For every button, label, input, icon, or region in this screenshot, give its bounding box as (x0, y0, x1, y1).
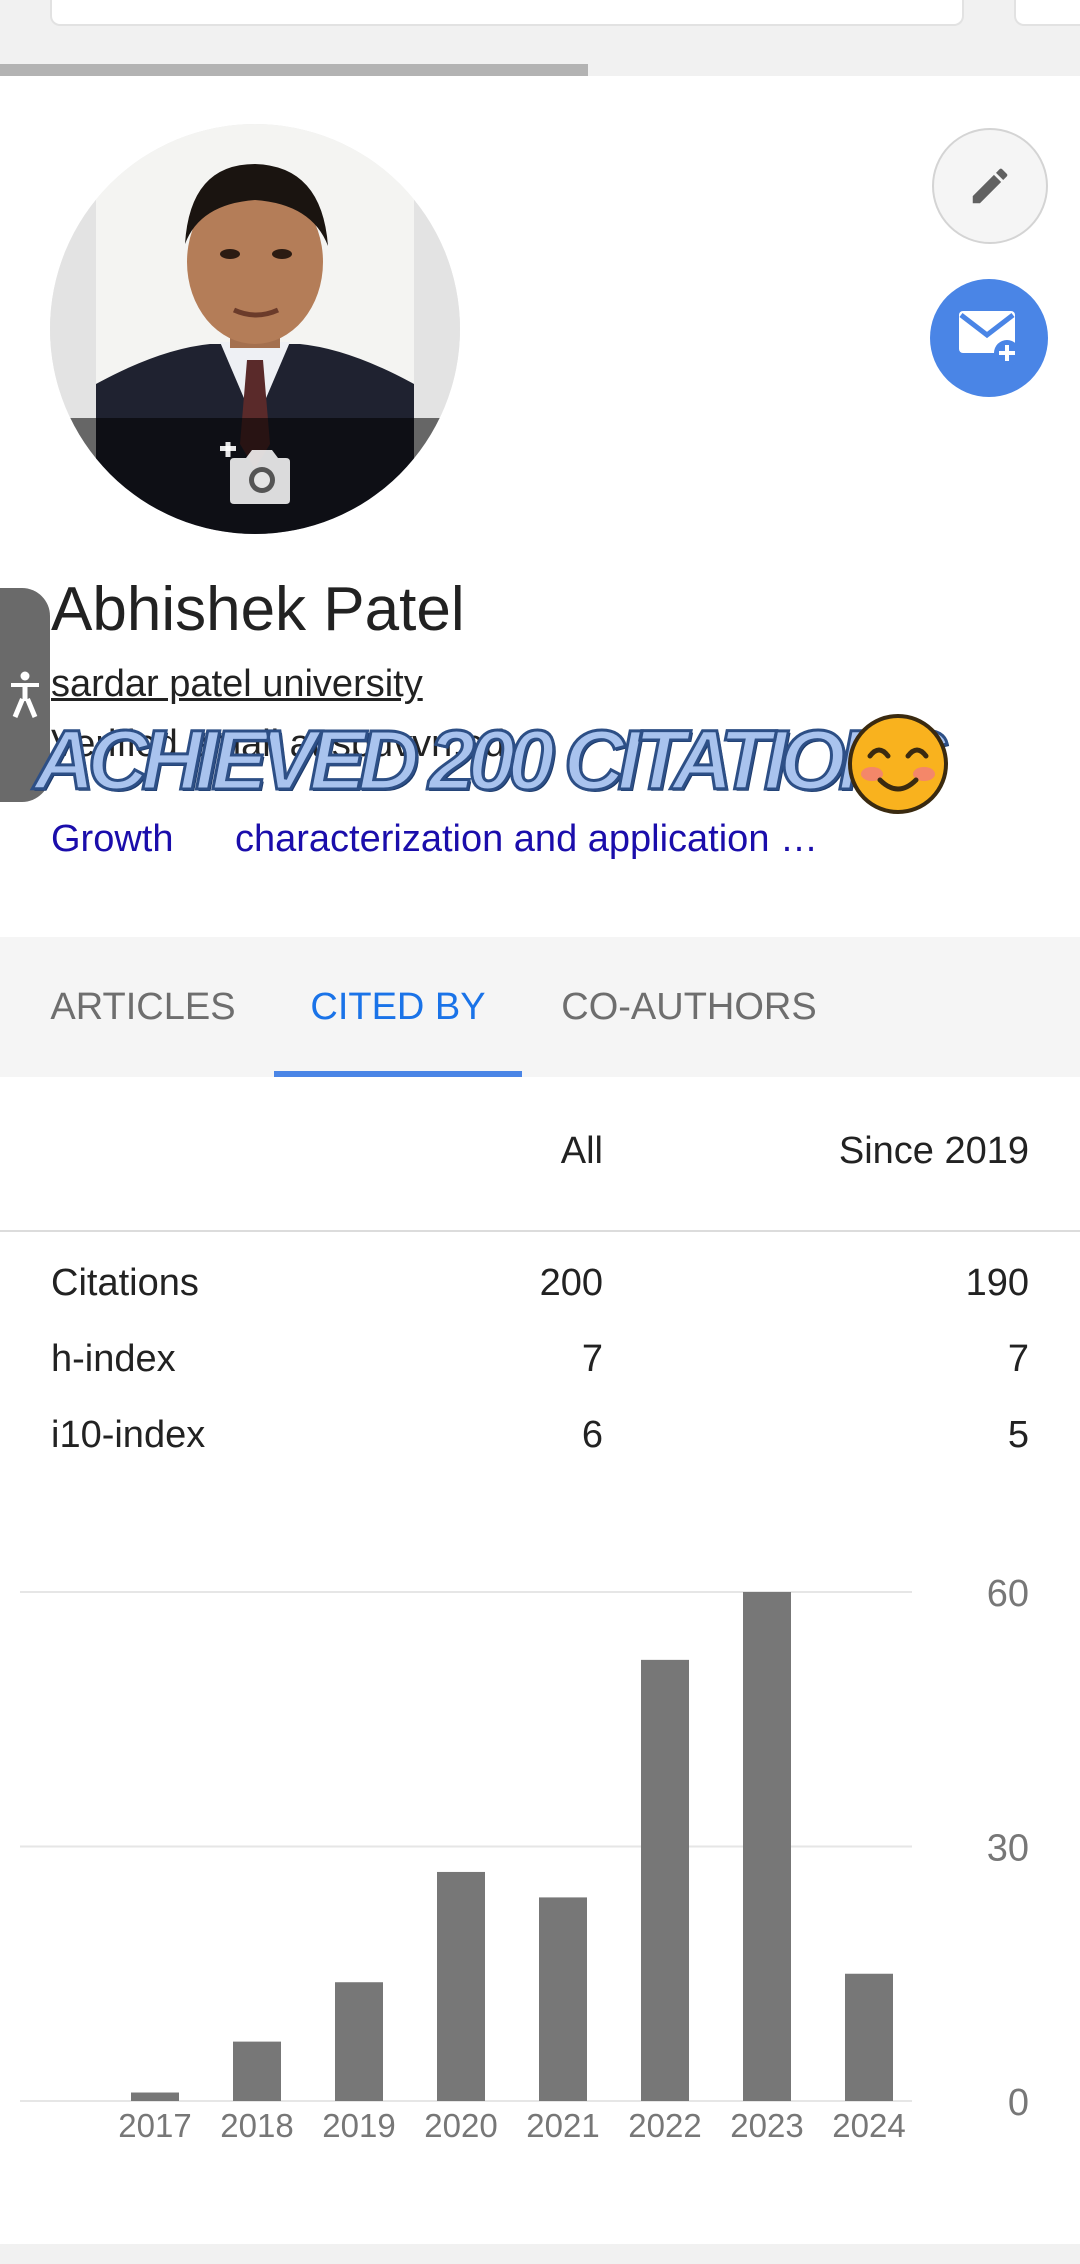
chart-bar-2022[interactable] (641, 1659, 689, 2101)
stat-since-citations: 190 (965, 1262, 1029, 1304)
chart-bar-2024[interactable] (845, 1973, 893, 2101)
affiliation-link[interactable]: sardar patel university (51, 662, 423, 706)
stat-label-i10-index: i10-index (51, 1414, 206, 1456)
y-tick-label: 0 (1008, 2082, 1029, 2124)
tab-cited-by[interactable]: CITED BY (274, 937, 522, 1077)
chart-bar-2018[interactable] (233, 2041, 281, 2101)
stat-since-h-index: 7 (1007, 1338, 1029, 1380)
bottom-strip (0, 2244, 1080, 2264)
top-card-next[interactable] (1014, 0, 1080, 26)
chart-bar-2017[interactable] (131, 2092, 179, 2101)
profile-name: Abhishek Patel (51, 575, 465, 644)
interest-link-growth[interactable]: Growth (51, 816, 173, 862)
scrollbar-thumb[interactable] (0, 64, 588, 76)
x-tick-label: 2018 (220, 2107, 293, 2144)
stat-label-h-index: h-index (51, 1338, 176, 1380)
tab-co-authors[interactable]: CO-AUTHORS (546, 937, 832, 1077)
x-tick-label: 2022 (628, 2107, 701, 2144)
x-tick-label: 2021 (526, 2107, 599, 2144)
stat-all-h-index: 7 (581, 1338, 603, 1380)
chart-bar-2019[interactable] (335, 1982, 383, 2101)
chart-bar-2020[interactable] (437, 1871, 485, 2101)
stat-all-citations: 200 (539, 1262, 603, 1304)
chart-bar-2023[interactable] (743, 1592, 791, 2101)
top-card[interactable] (50, 0, 964, 26)
x-tick-label: 2023 (730, 2107, 803, 2144)
achievement-overlay-text: ACHIEVED 200 CITATIONS (32, 712, 949, 809)
stat-label-citations: Citations (51, 1262, 199, 1304)
edit-profile-button[interactable] (932, 128, 1048, 244)
profile-tabs: ARTICLES CITED BY CO-AUTHORS (0, 937, 1080, 1077)
column-header-since: Since 2019 (838, 1130, 1029, 1172)
x-tick-label: 2020 (424, 2107, 497, 2144)
x-tick-label: 2019 (322, 2107, 395, 2144)
y-tick-label: 60 (987, 1573, 1029, 1615)
y-tick-label: 30 (987, 1828, 1029, 1870)
add-photo-icon[interactable] (220, 442, 290, 504)
tab-articles[interactable]: ARTICLES (28, 937, 258, 1077)
follow-email-button[interactable] (930, 279, 1048, 397)
interest-link-characterization[interactable]: characterization and application … (235, 816, 818, 862)
column-header-all: All (560, 1130, 603, 1172)
chart-bar-2021[interactable] (539, 1897, 587, 2101)
table-divider (0, 1230, 1080, 1232)
stat-all-i10-index: 6 (581, 1414, 603, 1456)
profile-photo[interactable] (50, 124, 460, 534)
citations-bar-chart: 0 30 60 2017 2018 2019 2020 2021 2022 2023 2024 (20, 1573, 1029, 2144)
active-tab-indicator (274, 1071, 522, 1077)
x-tick-label: 2017 (118, 2107, 191, 2144)
smiling-face-emoji (846, 712, 950, 816)
stat-since-i10-index: 5 (1007, 1414, 1029, 1456)
x-tick-label: 2024 (832, 2107, 905, 2144)
pencil-icon (972, 168, 1008, 204)
mail-plus-icon (959, 311, 1020, 366)
